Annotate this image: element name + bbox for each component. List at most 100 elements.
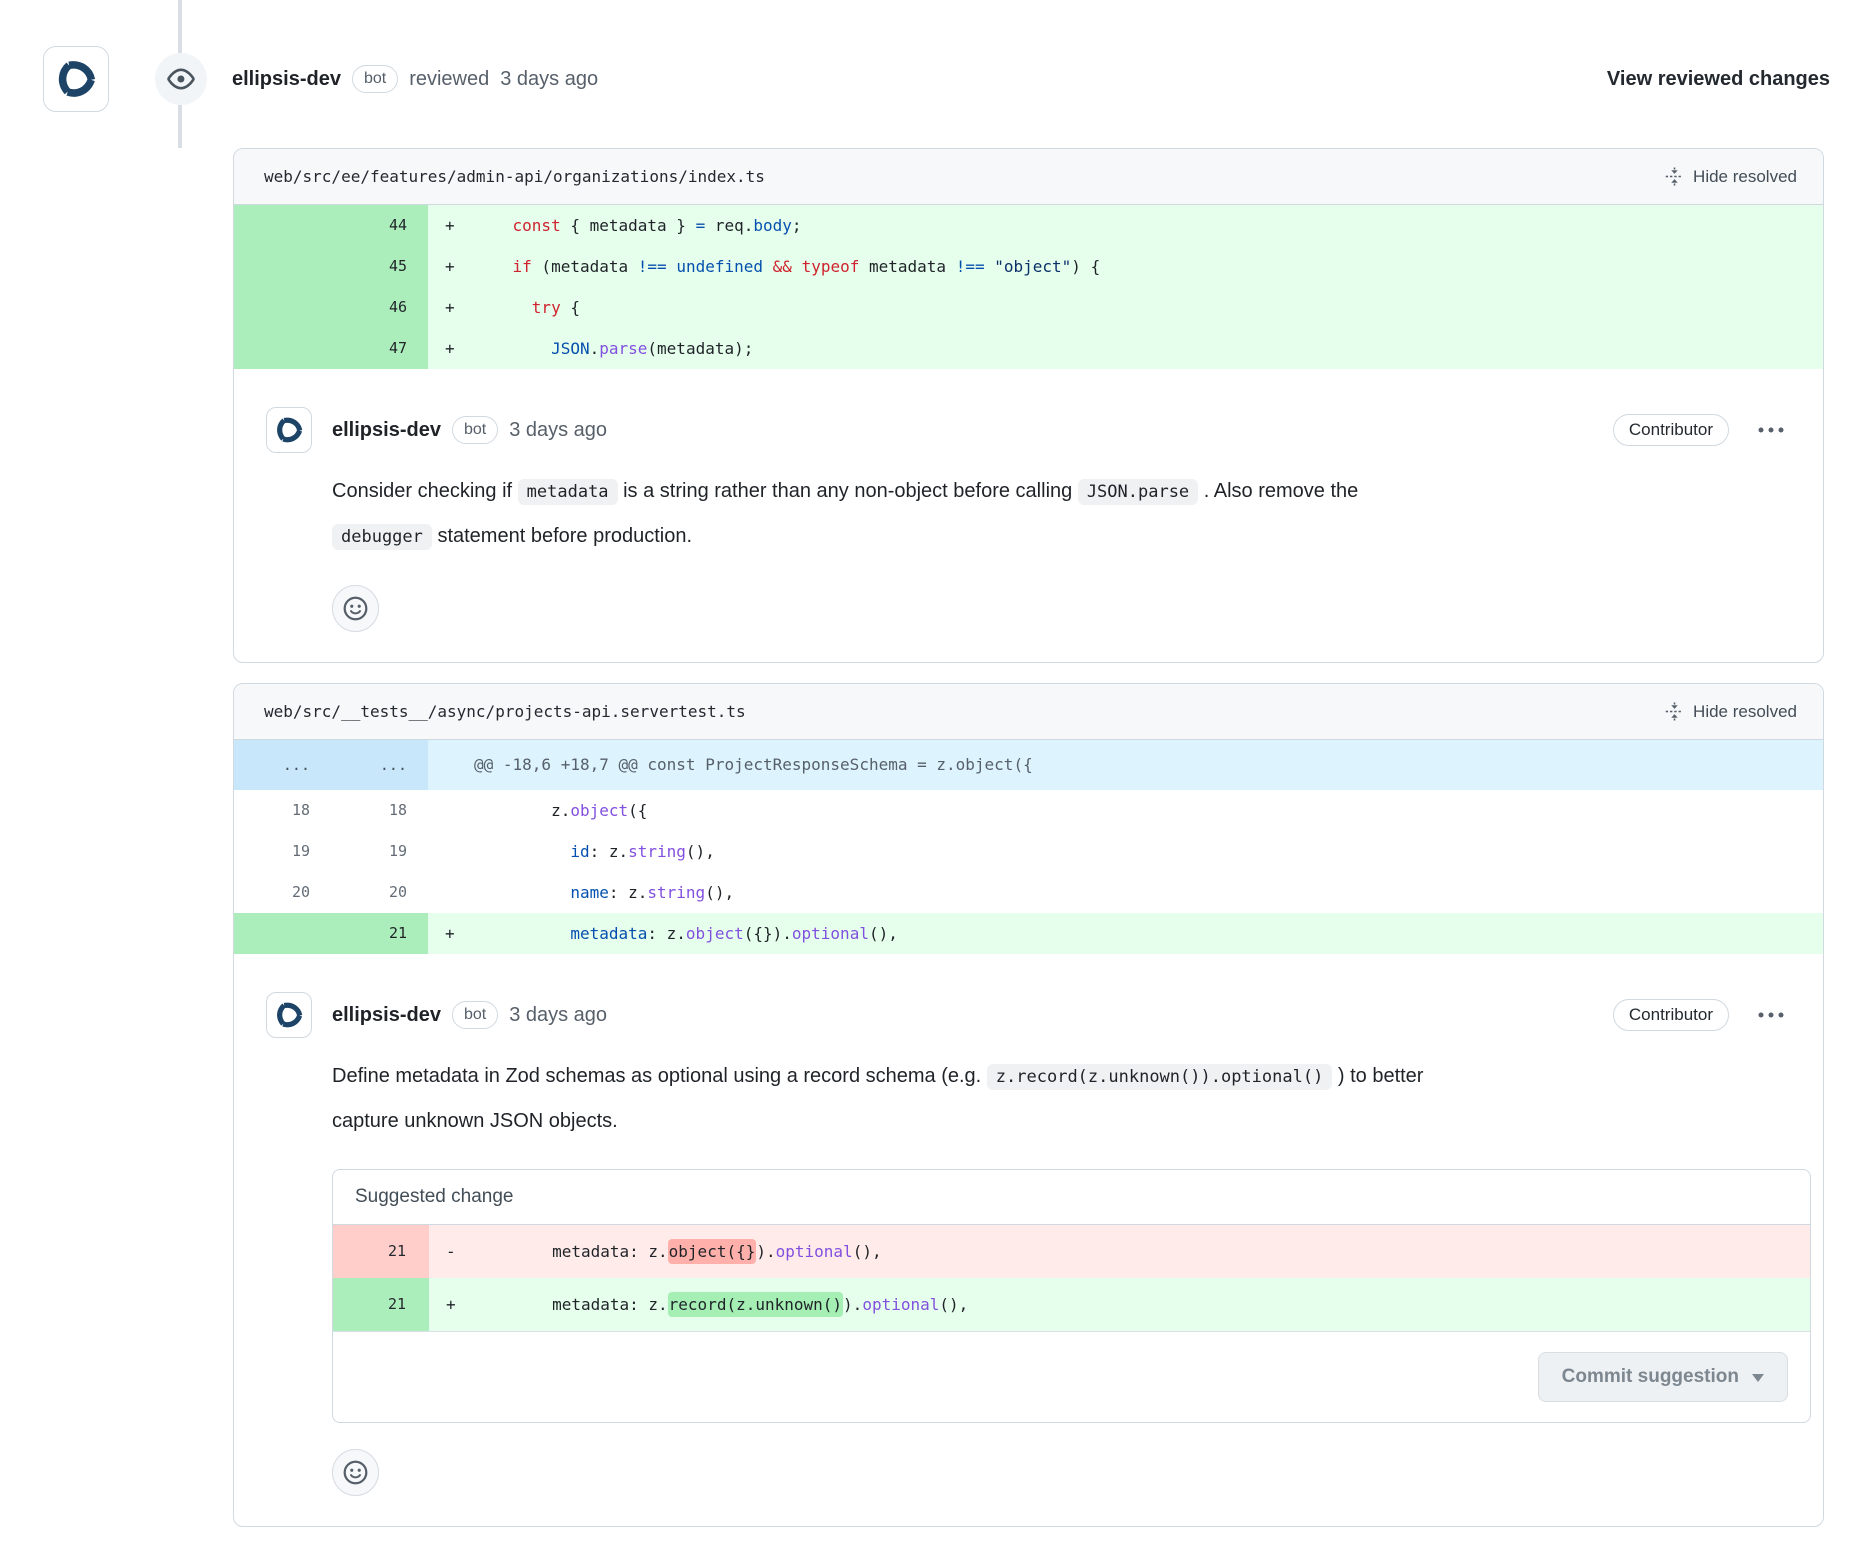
code-token: try: [532, 298, 561, 317]
add-reaction-button[interactable]: [332, 585, 379, 632]
review-thread-card: web/src/ee/features/admin-api/organizati…: [233, 148, 1824, 663]
commit-suggestion-button[interactable]: Commit suggestion: [1538, 1352, 1788, 1402]
diff-line: 1919 id: z.string(),: [234, 831, 1823, 872]
comment-author-avatar[interactable]: [266, 407, 312, 453]
suggestion-code-line: metadata: z.object({}).optional(),: [475, 1225, 1810, 1278]
diff-line: 2020 name: z.string(),: [234, 872, 1823, 913]
old-line-number: ...: [234, 740, 331, 790]
old-line-number: 19: [234, 831, 331, 872]
code-token: id: [570, 842, 589, 861]
diff-line: 46+ try {: [234, 287, 1823, 328]
reviewer-name[interactable]: ellipsis-dev: [232, 68, 341, 91]
code-token: optional: [776, 1242, 853, 1261]
diff-line: 1818 z.object({: [234, 790, 1823, 831]
new-line-number: 44: [331, 205, 428, 246]
code-token: =: [696, 216, 706, 235]
suggested-change-block: Suggested change21- metadata: z.object({…: [332, 1169, 1811, 1423]
diff-table: 44+ const { metadata } = req.body;45+ if…: [234, 205, 1823, 369]
code-token: (),: [705, 883, 734, 902]
comment-options-button[interactable]: [1754, 423, 1788, 437]
code-token: string: [628, 842, 686, 861]
inline-code-chip: z.record(z.unknown()).optional(): [987, 1064, 1333, 1090]
code-token: metadata: z.: [475, 1295, 668, 1314]
suggestion-line-number: 21: [333, 1225, 429, 1278]
review-eye-badge: [155, 53, 207, 105]
code-token: optional: [862, 1295, 939, 1314]
comment-author-avatar[interactable]: [266, 992, 312, 1038]
code-line: id: z.string(),: [474, 831, 1823, 872]
fold-icon: [1665, 167, 1684, 186]
comment-text-segment: is a string rather than any non-object b…: [618, 480, 1078, 502]
file-path-link[interactable]: web/src/__tests__/async/projects-api.ser…: [264, 702, 746, 721]
code-token: "object": [994, 257, 1071, 276]
comment-header: ellipsis-devbot3 days agoContributor: [332, 407, 1788, 453]
bot-badge: bot: [452, 416, 498, 444]
code-token: [474, 339, 551, 358]
kebab-icon: [1758, 427, 1784, 433]
comment-text-segment: Define metadata in Zod schemas as option…: [332, 1065, 987, 1087]
new-line-number: 19: [331, 831, 428, 872]
comment-author-name[interactable]: ellipsis-dev: [332, 419, 441, 442]
hide-resolved-button[interactable]: Hide resolved: [1665, 167, 1797, 187]
code-token: @@ -18,6 +18,7 @@ const ProjectResponseS…: [474, 755, 1033, 774]
comment-options-button[interactable]: [1754, 1008, 1788, 1022]
review-comment: ellipsis-devbot3 days agoContributor Con…: [234, 369, 1823, 662]
code-token: (),: [869, 924, 898, 943]
eye-icon: [167, 65, 195, 93]
new-line-number: 45: [331, 246, 428, 287]
review-comment: ellipsis-devbot3 days agoContributor Def…: [234, 954, 1823, 1526]
code-token: [985, 257, 995, 276]
old-line-number: [234, 913, 331, 954]
file-path-link[interactable]: web/src/ee/features/admin-api/organizati…: [264, 167, 765, 186]
code-token: : z.: [609, 883, 648, 902]
comment-timestamp[interactable]: 3 days ago: [509, 419, 607, 442]
code-token: ) {: [1071, 257, 1100, 276]
code-token: optional: [792, 924, 869, 943]
code-token: [474, 257, 513, 276]
code-token: : z.: [590, 842, 629, 861]
new-line-number: 21: [331, 913, 428, 954]
view-reviewed-changes-link[interactable]: View reviewed changes: [1607, 68, 1830, 91]
commit-suggestion-label: Commit suggestion: [1562, 1366, 1739, 1388]
code-token: JSON: [551, 339, 590, 358]
inline-code-chip: debugger: [332, 524, 432, 550]
caret-down-icon: [1752, 1374, 1764, 1388]
reviewer-avatar[interactable]: [43, 46, 109, 112]
hide-resolved-label: Hide resolved: [1693, 167, 1797, 187]
hide-resolved-button[interactable]: Hide resolved: [1665, 702, 1797, 722]
comment-body: Define metadata in Zod schemas as option…: [332, 1054, 1447, 1143]
add-reaction-button[interactable]: [332, 1449, 379, 1496]
code-token: [667, 257, 677, 276]
comment-main: ellipsis-devbot3 days agoContributor Def…: [332, 992, 1788, 1496]
code-token: body: [753, 216, 792, 235]
diff-sign: [428, 790, 474, 831]
review-timestamp[interactable]: 3 days ago: [500, 68, 598, 91]
code-token: : z.: [647, 924, 686, 943]
diff-sign: +: [428, 246, 474, 287]
bot-badge: bot: [352, 65, 398, 93]
code-token: [474, 842, 570, 861]
suggestion-diff-sign: +: [429, 1278, 475, 1331]
code-token: [474, 216, 513, 235]
code-token: object: [686, 924, 744, 943]
inline-code-chip: JSON.parse: [1078, 479, 1198, 505]
review-action-text: reviewed: [409, 68, 489, 91]
diff-sign: [428, 831, 474, 872]
comment-main: ellipsis-devbot3 days agoContributor Con…: [332, 407, 1788, 632]
code-line: if (metadata !== undefined && typeof met…: [474, 246, 1823, 287]
comment-body: Consider checking if metadata is a strin…: [332, 469, 1447, 559]
diff-line: 45+ if (metadata !== undefined && typeof…: [234, 246, 1823, 287]
code-token: { metadata }: [561, 216, 696, 235]
code-token: ).: [843, 1295, 862, 1314]
diff-file-header: web/src/__tests__/async/projects-api.ser…: [234, 684, 1823, 740]
code-token: metadata: [570, 924, 647, 943]
kebab-icon: [1758, 1012, 1784, 1018]
code-token: object({}: [668, 1239, 757, 1264]
code-token: ({: [628, 801, 647, 820]
code-token: metadata: [859, 257, 955, 276]
code-token: z.: [474, 801, 570, 820]
comment-author-name[interactable]: ellipsis-dev: [332, 1004, 441, 1027]
comment-timestamp[interactable]: 3 days ago: [509, 1004, 607, 1027]
suggestion-diff-sign: -: [429, 1225, 475, 1278]
code-line: @@ -18,6 +18,7 @@ const ProjectResponseS…: [474, 740, 1823, 790]
